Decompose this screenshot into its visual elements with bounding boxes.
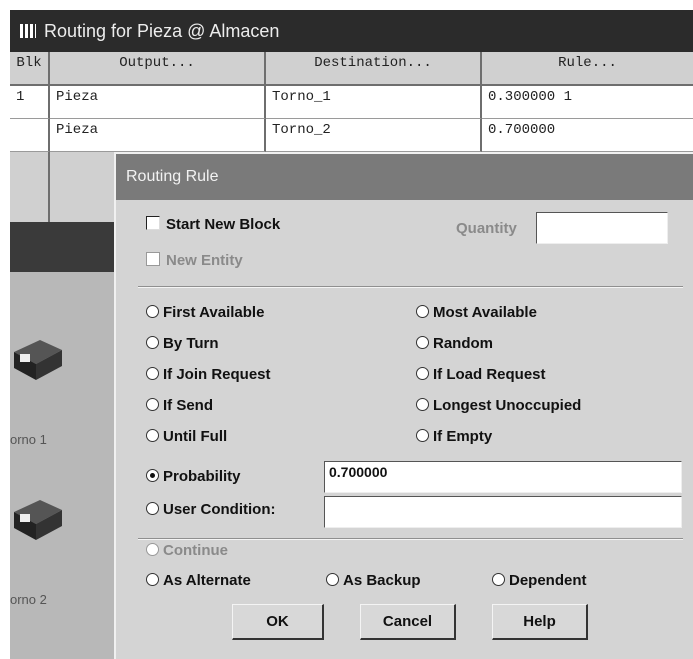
dependent-radio[interactable]: Dependent xyxy=(492,572,587,589)
ok-button[interactable]: OK xyxy=(232,604,324,640)
radio-button[interactable] xyxy=(146,336,159,349)
column-header-rule[interactable]: Rule... xyxy=(482,52,693,86)
cancel-button[interactable]: Cancel xyxy=(360,604,456,640)
rule-user-condition[interactable]: User Condition: xyxy=(146,501,276,518)
column-header-blk[interactable]: Blk xyxy=(10,52,50,86)
radio-button[interactable] xyxy=(146,367,159,380)
row2-destination[interactable]: Torno_2 xyxy=(266,119,482,152)
radio-button[interactable] xyxy=(416,398,429,411)
rule-if-send[interactable]: If Send xyxy=(146,397,213,414)
radio-button[interactable] xyxy=(146,429,159,442)
as-backup-radio[interactable]: As Backup xyxy=(326,572,421,589)
checkbox-box xyxy=(146,252,160,266)
row1-blk[interactable]: 1 xyxy=(10,86,50,119)
rule-label: Most Available xyxy=(433,304,537,321)
radio-button[interactable] xyxy=(416,429,429,442)
rule-if-load-request[interactable]: If Load Request xyxy=(416,366,546,383)
new-entity-checkbox: New Entity xyxy=(146,252,243,269)
radio-button[interactable] xyxy=(146,398,159,411)
rule-if-empty[interactable]: If Empty xyxy=(416,428,492,445)
as-alternate-label: As Alternate xyxy=(163,572,251,589)
help-button[interactable]: Help xyxy=(492,604,588,640)
rule-until-full[interactable]: Until Full xyxy=(146,428,227,445)
rule-label: If Empty xyxy=(433,428,493,445)
rule-probability[interactable]: Probability xyxy=(146,468,241,485)
radio-button[interactable] xyxy=(146,305,159,318)
lathe-machine-icon xyxy=(14,500,62,540)
as-backup-label: As Backup xyxy=(343,572,421,589)
radio-button[interactable] xyxy=(146,502,159,515)
rule-label: By Turn xyxy=(163,335,219,352)
column-header-output[interactable]: Output... xyxy=(50,52,266,86)
rule-label: If Join Request xyxy=(163,366,271,383)
probability-field[interactable]: 0.700000 xyxy=(324,461,682,493)
radio-button[interactable] xyxy=(492,573,505,586)
radio-button[interactable] xyxy=(326,573,339,586)
row1-destination[interactable]: Torno_1 xyxy=(266,86,482,119)
radio-button[interactable] xyxy=(146,573,159,586)
start-new-block-label: Start New Block xyxy=(166,216,281,233)
rule-label: Until Full xyxy=(163,428,228,445)
quantity-label: Quantity xyxy=(456,220,517,237)
routing-window-title-bar[interactable]: Routing for Pieza @ Almacen xyxy=(10,10,693,52)
rule-label: If Send xyxy=(163,397,214,414)
checkbox-box[interactable] xyxy=(146,216,160,230)
continue-label: Continue xyxy=(163,542,228,559)
row2-output[interactable]: Pieza xyxy=(50,119,266,152)
window-menu-icon[interactable] xyxy=(20,24,36,38)
quantity-field[interactable] xyxy=(536,212,668,244)
rule-most-available[interactable]: Most Available xyxy=(416,304,537,321)
radio-button[interactable] xyxy=(416,305,429,318)
divider xyxy=(138,286,683,288)
as-alternate-radio[interactable]: As Alternate xyxy=(146,572,251,589)
rule-if-join-request[interactable]: If Join Request xyxy=(146,366,271,383)
column-header-destination[interactable]: Destination... xyxy=(266,52,482,86)
row1-output[interactable]: Pieza xyxy=(50,86,266,119)
rule-longest-unoccupied[interactable]: Longest Unoccupied xyxy=(416,397,581,414)
rule-first-available[interactable]: First Available xyxy=(146,304,264,321)
radio-button-selected[interactable] xyxy=(146,469,159,482)
machine-label-2: orno 2 xyxy=(10,592,47,607)
rule-label: Probability xyxy=(163,468,241,485)
radio-button xyxy=(146,543,159,556)
dependent-label: Dependent xyxy=(509,572,587,589)
dialog-title[interactable]: Routing Rule xyxy=(116,154,693,200)
start-new-block-checkbox[interactable]: Start New Block xyxy=(146,216,280,233)
rule-random[interactable]: Random xyxy=(416,335,493,352)
lathe-machine-icon xyxy=(14,340,62,380)
rule-label: Random xyxy=(433,335,493,352)
radio-button[interactable] xyxy=(416,336,429,349)
rule-by-turn[interactable]: By Turn xyxy=(146,335,219,352)
rule-label: If Load Request xyxy=(433,366,546,383)
routing-rule-dialog: Routing Rule Start New Block New Entity … xyxy=(114,152,693,659)
routing-window-title: Routing for Pieza @ Almacen xyxy=(44,21,280,41)
continue-radio: Continue xyxy=(146,542,228,559)
divider xyxy=(138,538,683,540)
new-entity-label: New Entity xyxy=(166,252,243,269)
rule-label: User Condition: xyxy=(163,501,276,518)
row2-rule[interactable]: 0.700000 xyxy=(482,119,693,152)
row1-rule[interactable]: 0.300000 1 xyxy=(482,86,693,119)
rule-label: Longest Unoccupied xyxy=(433,397,582,414)
radio-button[interactable] xyxy=(416,367,429,380)
user-condition-field[interactable] xyxy=(324,496,682,528)
rule-label: First Available xyxy=(163,304,265,321)
row2-blk[interactable] xyxy=(10,119,50,152)
machine-label-1: orno 1 xyxy=(10,432,47,447)
